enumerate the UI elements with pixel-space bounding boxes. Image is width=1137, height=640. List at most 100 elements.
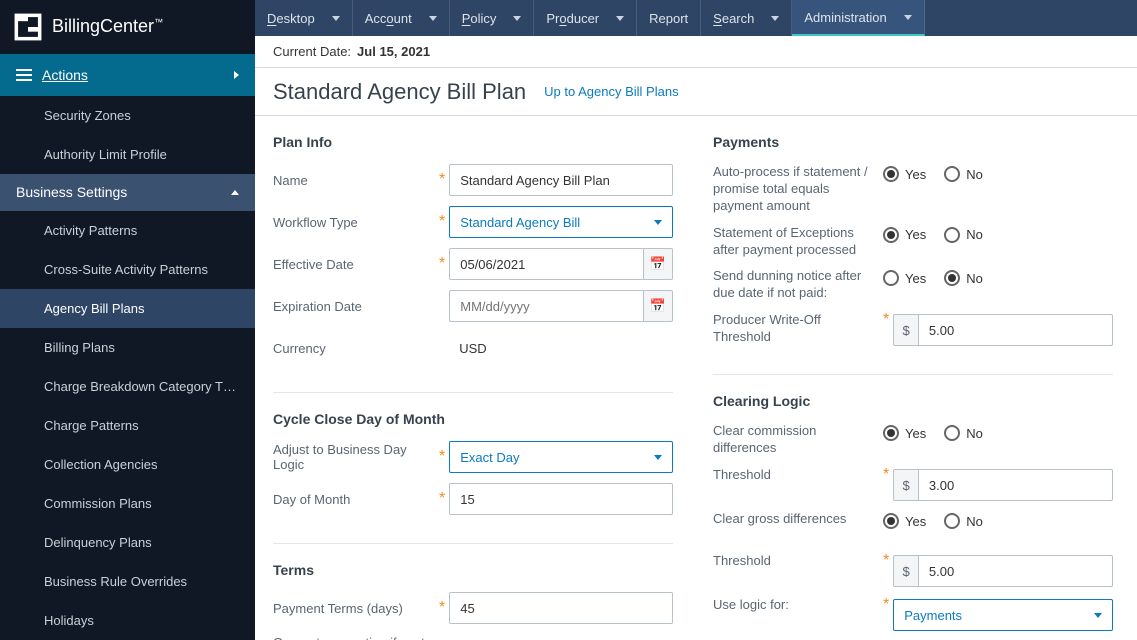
adjust-select[interactable]: Exact Day [449,441,673,473]
radio-label: No [966,167,983,182]
topnav-account[interactable]: Account [353,0,450,36]
sidebar-item[interactable]: Holidays [0,601,255,640]
effective-date-label: Effective Date [273,257,439,272]
chevron-down-icon [332,16,340,21]
sidebar-item[interactable]: Collection Agencies [0,445,255,484]
sidebar-section-label: Business Settings [16,184,127,200]
sidebar-item[interactable]: Billing Plans [0,328,255,367]
workflow-label: Workflow Type [273,215,439,230]
sidebar-item[interactable]: Charge Patterns [0,406,255,445]
radio-no[interactable]: No [944,166,983,182]
radio-yes[interactable]: Yes [883,425,926,441]
radio-circle-icon [883,166,899,182]
current-date-label: Current Date: [273,44,351,59]
radio-circle-icon [944,227,960,243]
required-icon: * [883,312,889,328]
radio-label: No [966,514,983,529]
workflow-select[interactable]: Standard Agency Bill [449,206,673,238]
required-icon: * [439,449,445,465]
required-icon: * [883,553,889,569]
calendar-button[interactable]: 📅 [644,248,673,280]
section-cycle-close: Cycle Close Day of Month Adjust to Busin… [273,411,673,544]
day-of-month-input[interactable] [449,483,673,515]
sidebar-item[interactable]: Delinquency Plans [0,523,255,562]
sidebar-item[interactable]: Cross-Suite Activity Patterns [0,250,255,289]
use-logic-select[interactable]: Payments [893,599,1113,631]
topnav-desktop[interactable]: Desktop [255,0,353,36]
radio-yes[interactable]: Yes [883,166,926,182]
radio-circle-icon [944,270,960,286]
chevron-up-icon [231,190,239,195]
radio-circle-icon [944,166,960,182]
currency-label: Currency [273,341,439,356]
brand-name: BillingCenter™ [52,16,163,37]
expiration-date-label: Expiration Date [273,299,439,314]
radio-no[interactable]: No [944,270,983,286]
radio-circle-icon [944,425,960,441]
radio-label: No [966,426,983,441]
required-icon: * [883,597,889,613]
dollar-icon: $ [893,469,918,501]
section-title: Terms [273,562,673,578]
radio-yes[interactable]: Yes [883,513,926,529]
title-bar: Standard Agency Bill Plan Up to Agency B… [255,68,1137,116]
main: Desktop Account PolicyProducer Report Search… [255,0,1137,640]
radio-yes[interactable]: Yes [883,270,926,286]
breadcrumb-link[interactable]: Up to Agency Bill Plans [544,84,678,99]
sidebar-item[interactable]: Security Zones [0,96,255,135]
radio-no[interactable]: No [944,227,983,243]
topnav-label: Report [649,11,688,26]
writeoff-input[interactable] [918,314,1113,346]
topnav-label: Account [365,11,412,26]
radio-no[interactable]: No [944,513,983,529]
threshold1-input[interactable] [918,469,1113,501]
radio-no[interactable]: No [944,425,983,441]
threshold2-input[interactable] [918,555,1113,587]
use-logic-label: Use logic for: [713,597,883,614]
topnav-policy[interactable]: Policy [450,0,535,36]
section-title: Cycle Close Day of Month [273,411,673,427]
section-title: Plan Info [273,134,673,150]
topnav-producer[interactable]: Producer [534,0,637,36]
name-label: Name [273,173,439,188]
topnav-administration[interactable]: Administration [792,0,924,36]
clear-comm-label: Clear commission differences [713,423,883,457]
sidebar-section-business-settings[interactable]: Business Settings [0,174,255,211]
sidebar-item[interactable]: Business Rule Overrides [0,562,255,601]
section-terms: Terms Payment Terms (days) * Generate ex… [273,562,673,640]
chevron-down-icon [654,455,662,460]
radio-yes[interactable]: Yes [883,227,926,243]
actions-menu[interactable]: Actions [0,54,255,96]
topnav-report[interactable]: Report [637,0,701,36]
right-column: Payments Auto-process if statement / pro… [713,134,1113,622]
adjust-label: Adjust to Business Day Logic [273,442,439,472]
section-title: Payments [713,134,1113,150]
section-clearing-logic: Clearing Logic Clear commission differen… [713,393,1113,640]
payment-terms-input[interactable] [449,592,673,624]
section-title: Clearing Logic [713,393,1113,409]
topnav-label: Search [713,11,754,26]
chevron-down-icon [429,16,437,21]
dunning-label: Send dunning notice after due date if no… [713,268,883,302]
sidebar-item[interactable]: Commission Plans [0,484,255,523]
topnav-search[interactable]: Search [701,0,792,36]
calendar-button[interactable]: 📅 [644,290,673,322]
required-icon: * [439,491,445,507]
chevron-down-icon [654,220,662,225]
sidebar-item[interactable]: Activity Patterns [0,211,255,250]
chevron-right-icon [234,71,239,79]
page-title: Standard Agency Bill Plan [273,79,526,105]
chevron-down-icon [771,16,779,21]
sidebar-item[interactable]: Authority Limit Profile [0,135,255,174]
sidebar-item[interactable]: Agency Bill Plans [0,289,255,328]
sidebar-item[interactable]: Charge Breakdown Category T… [0,367,255,406]
logo: BillingCenter™ [0,0,255,54]
expiration-date-input[interactable] [449,290,644,322]
calendar-icon: 📅 [650,256,666,272]
radio-label: Yes [905,271,926,286]
calendar-icon: 📅 [650,298,666,314]
current-date-value: Jul 15, 2021 [357,44,430,59]
radio-circle-icon [883,425,899,441]
effective-date-input[interactable] [449,248,644,280]
name-input[interactable] [449,164,673,196]
